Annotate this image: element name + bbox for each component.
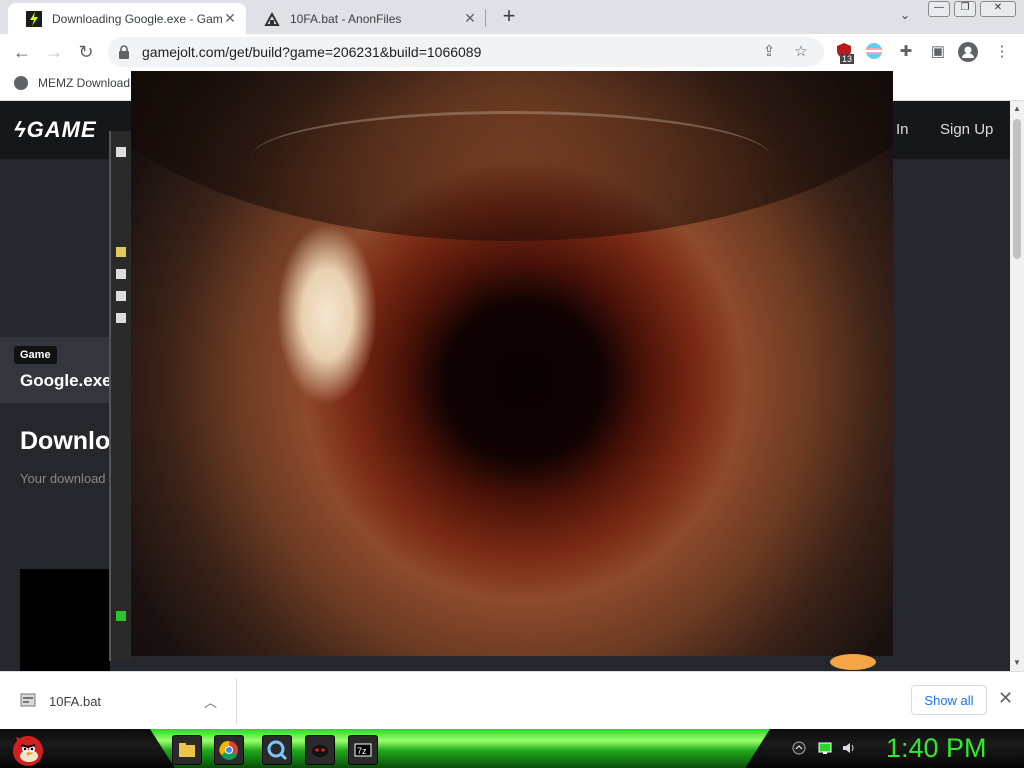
anonfiles-favicon-icon bbox=[264, 11, 280, 26]
tab-inactive[interactable]: 10FA.bat - AnonFiles ✕ bbox=[246, 3, 486, 34]
bolt-icon: ϟ bbox=[14, 117, 27, 142]
window-icon bbox=[116, 147, 126, 157]
background-window[interactable] bbox=[109, 131, 133, 661]
volume-icon[interactable] bbox=[842, 741, 856, 755]
tab-title: Downloading Google.exe - Game bbox=[52, 11, 222, 26]
progress-icon bbox=[116, 611, 126, 621]
close-tab-icon[interactable]: ✕ bbox=[222, 10, 238, 27]
flag-extension-icon[interactable] bbox=[864, 42, 884, 62]
back-arrow-icon[interactable]: ← bbox=[12, 43, 32, 63]
search-app-icon[interactable] bbox=[262, 735, 292, 765]
extension-shield-icon[interactable]: 13 bbox=[834, 42, 855, 64]
close-downloads-icon[interactable]: ✕ bbox=[998, 688, 1013, 709]
gamejolt-logo[interactable]: ϟGAME bbox=[14, 117, 97, 143]
file-icon bbox=[116, 269, 126, 279]
restore-button[interactable]: ❐ bbox=[954, 1, 976, 17]
close-window-button[interactable]: ✕ bbox=[980, 1, 1016, 17]
side-panel-icon[interactable]: ▣ bbox=[928, 42, 948, 62]
taskbar: 7z 1:40 PM bbox=[0, 729, 1024, 768]
start-button-angry-bird-icon[interactable] bbox=[8, 729, 46, 768]
svg-text:7z: 7z bbox=[357, 746, 367, 756]
bookmark-label: MEMZ Download bbox=[38, 76, 131, 90]
tab-search-chevron-icon[interactable]: ⌄ bbox=[896, 8, 914, 26]
page-scrollbar[interactable]: ▲ ▼ bbox=[1010, 101, 1024, 671]
close-tab-icon[interactable]: ✕ bbox=[462, 10, 478, 27]
scrollbar-thumb[interactable] bbox=[1013, 119, 1021, 259]
gamejolt-favicon-icon bbox=[26, 10, 42, 27]
extension-badge: 13 bbox=[840, 54, 855, 64]
7zip-icon[interactable]: 7z bbox=[348, 735, 378, 765]
signup-link[interactable]: Sign Up bbox=[940, 121, 993, 138]
download-item[interactable]: 10FA.bat ︿ bbox=[18, 686, 236, 716]
file-icon bbox=[116, 313, 126, 323]
scroll-up-icon[interactable]: ▲ bbox=[1013, 104, 1021, 113]
globe-icon bbox=[14, 76, 28, 90]
menu-kebab-icon[interactable]: ⋮ bbox=[992, 42, 1012, 62]
bookmark-star-icon[interactable]: ☆ bbox=[791, 42, 811, 62]
game-title[interactable]: Google.exe bbox=[20, 371, 112, 391]
profile-avatar-icon[interactable] bbox=[958, 42, 978, 62]
memz-app-icon[interactable] bbox=[305, 735, 335, 765]
file-icon bbox=[116, 291, 126, 301]
forward-arrow-icon[interactable]: → bbox=[44, 43, 64, 63]
tab-strip: Downloading Google.exe - Game ✕ 10FA.bat… bbox=[0, 0, 1024, 34]
address-bar[interactable]: gamejolt.com/get/build?game=206231&build… bbox=[108, 37, 824, 67]
network-icon[interactable] bbox=[818, 741, 832, 755]
login-link[interactable]: In bbox=[896, 121, 909, 138]
lock-icon[interactable] bbox=[118, 45, 130, 59]
download-heading: Downlo bbox=[20, 427, 111, 455]
game-badge: Game bbox=[14, 346, 57, 364]
tab-title: 10FA.bat - AnonFiles bbox=[290, 11, 402, 26]
eye-image-popup[interactable] bbox=[131, 71, 893, 656]
chevron-up-icon[interactable]: ︿ bbox=[204, 692, 217, 711]
tray-up-arrow-icon[interactable] bbox=[792, 741, 806, 755]
divider bbox=[236, 678, 237, 724]
minimize-button[interactable]: — bbox=[928, 1, 950, 17]
cursor-artifact bbox=[830, 654, 876, 670]
ad-placeholder bbox=[20, 569, 110, 671]
download-filename: 10FA.bat bbox=[49, 694, 102, 709]
batch-file-icon bbox=[20, 693, 36, 707]
url-text: gamejolt.com/get/build?game=206231&build… bbox=[142, 44, 482, 60]
reload-icon[interactable]: ↻ bbox=[76, 43, 96, 63]
bookmark-memz[interactable]: MEMZ Download bbox=[14, 76, 130, 90]
file-explorer-icon[interactable] bbox=[172, 735, 202, 765]
new-tab-button[interactable]: + bbox=[498, 5, 520, 28]
tab-active[interactable]: Downloading Google.exe - Game ✕ bbox=[8, 3, 246, 34]
taskbar-clock[interactable]: 1:40 PM bbox=[886, 733, 987, 764]
show-all-button[interactable]: Show all bbox=[911, 685, 987, 715]
download-subtext: Your download bbox=[20, 471, 106, 486]
eyelashes bbox=[251, 111, 771, 204]
downloads-bar: 10FA.bat ︿ Show all ✕ bbox=[0, 671, 1024, 730]
folder-icon bbox=[116, 247, 126, 257]
share-icon[interactable]: ⇪ bbox=[759, 42, 779, 62]
browser-toolbar: ← → ↻ gamejolt.com/get/build?game=206231… bbox=[0, 34, 1024, 70]
extensions-puzzle-icon[interactable]: ✚ bbox=[896, 42, 916, 62]
scroll-down-icon[interactable]: ▼ bbox=[1013, 658, 1021, 667]
chrome-icon[interactable] bbox=[214, 735, 244, 765]
